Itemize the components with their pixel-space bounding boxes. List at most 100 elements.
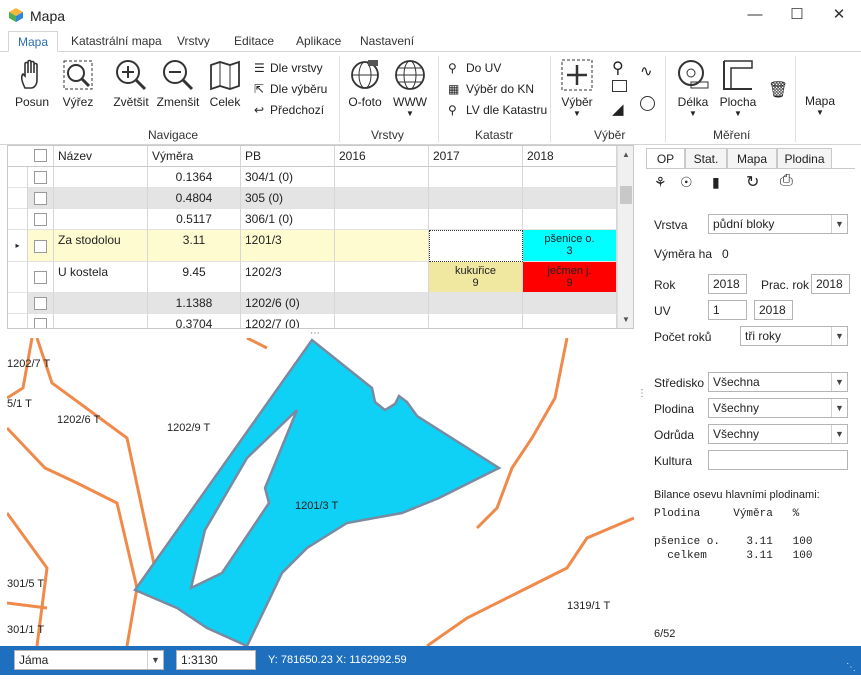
vertical-scrollbar[interactable]: ▲ ▼ — [617, 146, 633, 328]
zoom-out-button[interactable]: Zmenšit — [156, 58, 200, 109]
print-icon[interactable]: ⎙ — [780, 172, 793, 190]
table-cell-y2016[interactable] — [335, 167, 429, 188]
row-checkbox[interactable] — [34, 297, 47, 310]
crop-icon[interactable]: ⚘ — [654, 174, 667, 191]
scroll-down-icon[interactable]: ▼ — [618, 311, 633, 328]
map-canvas[interactable]: 1202/7 T 5/1 T 1202/6 T 1202/9 T 1201/3 … — [7, 338, 634, 646]
column-header-2017[interactable]: 2017 — [429, 146, 523, 167]
resize-grip-icon[interactable]: ⋱ — [846, 662, 856, 673]
table-row[interactable]: 0.5117 306/1 (0) — [8, 209, 617, 230]
www-button[interactable]: WWW ▼ — [390, 58, 430, 118]
line-select-icon[interactable]: ∿ — [640, 62, 653, 80]
table-cell-y2017[interactable] — [429, 230, 523, 262]
table-cell-name[interactable] — [54, 188, 148, 209]
table-cell-pb[interactable]: 1202/6 (0) — [241, 293, 335, 314]
rok-input[interactable]: 2018 — [708, 274, 747, 294]
odruda-select[interactable]: Všechny ▼ — [708, 424, 848, 444]
table-cell-name[interactable]: Za stodolou — [54, 230, 148, 262]
row-header[interactable]: ▸ — [8, 230, 28, 262]
tab-editace[interactable]: Editace — [225, 31, 283, 52]
table-cell-y2016[interactable] — [335, 314, 429, 328]
table-cell-name[interactable] — [54, 314, 148, 328]
layer-select[interactable]: půdní bloky ▼ — [708, 214, 848, 234]
plodina-select[interactable]: Všechny ▼ — [708, 398, 848, 418]
table-cell-vymera[interactable]: 9.45 — [148, 262, 241, 293]
select-all-checkbox[interactable] — [34, 149, 47, 162]
table-cell-vymera[interactable]: 0.4804 — [148, 188, 241, 209]
table-cell-vymera[interactable]: 1.1388 — [148, 293, 241, 314]
row-header[interactable] — [8, 209, 28, 230]
table-cell-vymera[interactable]: 0.3704 — [148, 314, 241, 328]
scale-input[interactable]: 1:3130 — [176, 650, 256, 670]
table-cell-pb[interactable]: 304/1 (0) — [241, 167, 335, 188]
zoom-window-button[interactable]: Výřez — [58, 58, 98, 109]
circle-select-icon[interactable] — [640, 96, 655, 111]
table-cell-vymera[interactable]: 0.1364 — [148, 167, 241, 188]
row-header[interactable] — [8, 262, 28, 293]
tab-aplikace[interactable]: Aplikace — [287, 31, 350, 52]
table-cell-y2016[interactable] — [335, 230, 429, 262]
table-cell-y2017[interactable] — [429, 188, 523, 209]
maximize-button[interactable]: ☐ — [776, 0, 818, 30]
select-kn-button[interactable]: ▦ Výběr do KN — [448, 80, 548, 98]
row-header[interactable] — [8, 314, 28, 328]
map-menu-button[interactable]: Mapa ▼ — [800, 94, 840, 117]
column-header-checkbox[interactable] — [8, 146, 54, 167]
table-cell-pb[interactable]: 1201/3 — [241, 230, 335, 262]
pocet-roku-select[interactable]: tři roky ▼ — [740, 326, 848, 346]
row-checkbox[interactable] — [34, 213, 47, 226]
uv-input[interactable]: 1 — [708, 300, 747, 320]
tab-katastralni-mapa[interactable]: Katastrální mapa — [62, 31, 171, 52]
tab-nastaveni[interactable]: Nastavení — [351, 31, 423, 52]
stredisko-select[interactable]: Všechna ▼ — [708, 372, 848, 392]
table-cell-pb[interactable]: 1202/3 — [241, 262, 335, 293]
row-checkbox[interactable] — [34, 271, 47, 284]
column-header-2018[interactable]: 2018 — [523, 146, 617, 167]
row-checkbox[interactable] — [34, 192, 47, 205]
table-cell-y2016[interactable] — [335, 188, 429, 209]
table-row[interactable]: 0.3704 1202/7 (0) — [8, 314, 617, 328]
table-row[interactable]: 0.4804 305 (0) — [8, 188, 617, 209]
tab-plodina[interactable]: Plodina — [777, 148, 832, 169]
tab-vrstvy[interactable]: Vrstvy — [168, 31, 219, 52]
polygon-select-icon[interactable]: ◢ — [612, 100, 624, 118]
column-header-vymera[interactable]: Výměra — [148, 146, 241, 167]
table-cell-pb[interactable]: 1202/7 (0) — [241, 314, 335, 328]
zoom-in-button[interactable]: Zvětšit — [108, 58, 154, 109]
previous-view-button[interactable]: ↩ Předchozí — [254, 101, 344, 119]
ortophoto-button[interactable]: O-foto — [344, 58, 386, 109]
scroll-up-icon[interactable]: ▲ — [618, 146, 633, 163]
kultura-input[interactable] — [708, 450, 848, 470]
zoom-by-selection-button[interactable]: ⇱ Dle výběru — [254, 80, 344, 98]
do-uv-button[interactable]: ⚲ Do UV — [448, 59, 548, 77]
table-cell-y2016[interactable] — [335, 293, 429, 314]
table-cell-y2017[interactable] — [429, 293, 523, 314]
column-header-nazev[interactable]: Název — [54, 146, 148, 167]
table-cell-vymera[interactable]: 0.5117 — [148, 209, 241, 230]
table-cell-y2018[interactable]: ječmen j. 9 — [523, 262, 617, 293]
table-cell-pb[interactable]: 305 (0) — [241, 188, 335, 209]
area-button[interactable]: Plocha ▼ — [716, 58, 760, 118]
refresh-icon[interactable]: ↻ — [746, 172, 759, 192]
table-cell-y2017[interactable] — [429, 209, 523, 230]
table-row[interactable]: U kostela 9.45 1202/3 kukuřice 9 ječmen j. 9 — [8, 262, 617, 293]
row-checkbox[interactable] — [34, 171, 47, 184]
tab-op[interactable]: OP — [646, 148, 685, 169]
row-header[interactable] — [8, 167, 28, 188]
table-cell-y2017[interactable]: kukuřice 9 — [429, 262, 523, 293]
tab-stat[interactable]: Stat. — [685, 148, 727, 169]
table-cell-name[interactable] — [54, 209, 148, 230]
table-cell-y2018[interactable] — [523, 188, 617, 209]
ruler-icon[interactable]: ▮ — [712, 174, 720, 191]
uv-year-input[interactable]: 2018 — [754, 300, 793, 320]
column-header-2016[interactable]: 2016 — [335, 146, 429, 167]
trash-icon[interactable]: 🗑 — [768, 80, 788, 100]
table-row[interactable]: ▸ Za stodolou 3.11 1201/3 pšenice o. 3 — [8, 230, 617, 262]
pan-button[interactable]: Posun — [12, 58, 52, 109]
table-cell-y2016[interactable] — [335, 209, 429, 230]
table-cell-y2018[interactable] — [523, 293, 617, 314]
location-select[interactable]: Jáma ▼ — [14, 650, 164, 670]
table-cell-vymera[interactable]: 3.11 — [148, 230, 241, 262]
column-header-pb[interactable]: PB — [241, 146, 335, 167]
table-cell-name[interactable] — [54, 167, 148, 188]
